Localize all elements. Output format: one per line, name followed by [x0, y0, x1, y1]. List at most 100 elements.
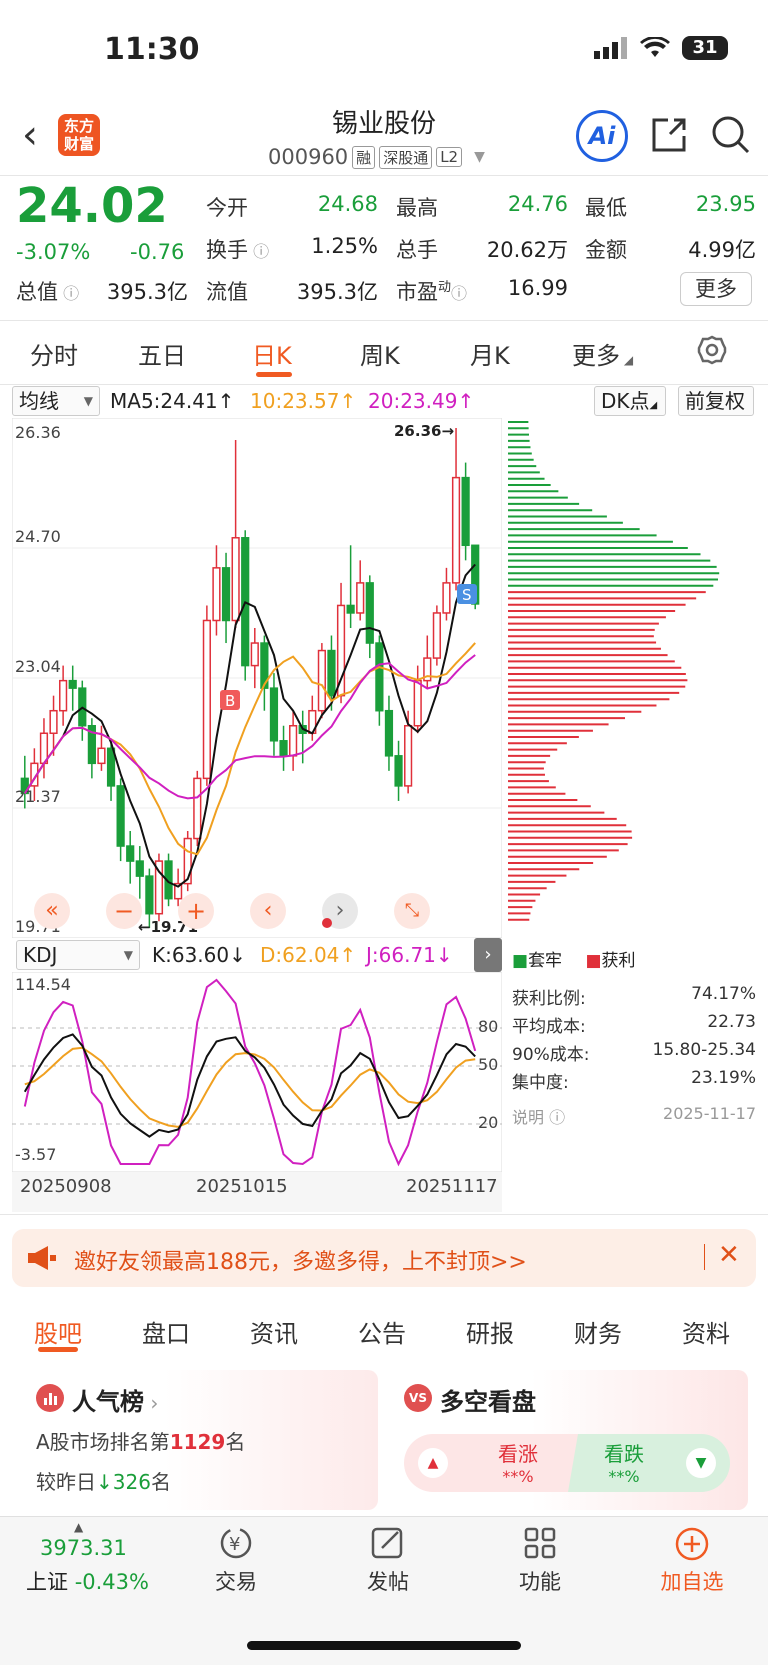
- date-start: 20250908: [20, 1176, 112, 1197]
- adjust-button[interactable]: 前复权: [678, 386, 754, 416]
- tab-daily-k[interactable]: 日K: [252, 336, 292, 371]
- tab-monthly-k[interactable]: 月K: [470, 336, 510, 371]
- kdj-j-label: J:66.71↓: [366, 943, 453, 967]
- scroll-start-icon[interactable]: «: [34, 893, 70, 929]
- candle-body: [346, 604, 355, 614]
- functions-icon[interactable]: [490, 1526, 590, 1568]
- candle-body: [193, 777, 202, 840]
- kdj-ymin: -3.57: [15, 1145, 56, 1164]
- candle-body: [269, 687, 279, 742]
- nav-trade[interactable]: 交易: [186, 1566, 286, 1596]
- chip-note-link[interactable]: 说明 ⓘ: [512, 1104, 565, 1128]
- turnover-label: 换手 ⓘ: [206, 238, 270, 262]
- pe-label: 市盈动ⓘ: [396, 280, 468, 304]
- signal-icon: [594, 37, 627, 59]
- cost90-value: 15.80-25.34: [652, 1040, 756, 1060]
- nav-functions[interactable]: 功能: [490, 1566, 590, 1596]
- ma-select[interactable]: 均线 ▼: [12, 386, 100, 416]
- stock-code-row[interactable]: 000960 融 深股通 L2 ▼: [268, 145, 485, 169]
- candle-body: [289, 724, 298, 757]
- chip-legend: ■套牢 ■获利: [512, 951, 636, 971]
- candle-body: [404, 724, 413, 787]
- volume-value: 20.62万: [486, 238, 568, 262]
- margin-tag: 融: [352, 145, 376, 169]
- svg-text:¥: ¥: [229, 1534, 240, 1555]
- buy-signal: B: [225, 692, 235, 710]
- candle-body: [135, 860, 144, 877]
- trade-icon[interactable]: ¥: [186, 1526, 286, 1568]
- dk-point-button[interactable]: DK点◢: [594, 386, 666, 416]
- zoom-in-icon[interactable]: +: [178, 893, 214, 929]
- level2-tag: L2: [436, 147, 463, 167]
- candle-body: [202, 619, 211, 780]
- add-watchlist-icon[interactable]: [642, 1526, 742, 1570]
- vote-down-button[interactable]: 看跌 **%: [584, 1438, 664, 1486]
- float-label: 流值: [206, 280, 248, 304]
- candle-body: [221, 567, 231, 622]
- share-icon[interactable]: [648, 114, 690, 160]
- nav-post[interactable]: 发帖: [338, 1566, 438, 1596]
- kdj-d-label: D:62.04↑: [260, 943, 357, 967]
- candle-body: [451, 476, 461, 584]
- candle-body: [365, 582, 374, 644]
- search-icon[interactable]: [710, 114, 752, 160]
- candle-body: [375, 642, 384, 712]
- tab-intraday[interactable]: 分时: [30, 336, 78, 371]
- expand-icon[interactable]: ⤡: [394, 893, 430, 929]
- candle-body: [432, 612, 441, 659]
- rank-change: 较昨日↓326名: [36, 1470, 171, 1494]
- index-value[interactable]: 3973.31: [40, 1536, 127, 1560]
- candle-body: [317, 649, 326, 712]
- nav-add-watchlist[interactable]: 加自选: [642, 1566, 742, 1596]
- kdj-k-label: K:63.60↓: [152, 943, 246, 967]
- vote-up-icon[interactable]: ▲: [418, 1448, 448, 1478]
- post-icon[interactable]: [338, 1526, 438, 1568]
- candle-body: [106, 747, 116, 787]
- turnover-value: 1.25%: [311, 234, 378, 258]
- tab-forum[interactable]: 股吧: [34, 1314, 82, 1349]
- tab-orderbook[interactable]: 盘口: [142, 1314, 190, 1349]
- date-end: 20251117: [406, 1176, 498, 1197]
- ai-button[interactable]: Ai: [576, 110, 628, 162]
- ma5-label: MA5:24.41↑: [110, 389, 235, 413]
- kdj-chart[interactable]: 114.54 -3.57 80 50 20: [12, 972, 502, 1172]
- more-button[interactable]: 更多: [680, 272, 752, 306]
- tab-more[interactable]: 更多 ◢: [572, 336, 633, 371]
- concentration-value: 23.19%: [691, 1068, 756, 1088]
- low-value: 23.95: [695, 192, 756, 216]
- tab-research[interactable]: 研报: [466, 1314, 514, 1349]
- vote-down-icon[interactable]: ▼: [686, 1448, 716, 1478]
- close-icon[interactable]: ✕: [718, 1240, 740, 1270]
- tab-announcements[interactable]: 公告: [358, 1314, 406, 1349]
- chip-date: 2025-11-17: [663, 1104, 756, 1123]
- settings-icon[interactable]: [696, 334, 728, 370]
- tab-news[interactable]: 资讯: [250, 1314, 298, 1349]
- prev-icon[interactable]: ‹: [250, 893, 286, 929]
- amount-label: 金额: [585, 238, 627, 262]
- candle-body: [145, 875, 154, 915]
- stock-code: 000960: [268, 145, 349, 169]
- battery-icon: 31: [682, 36, 728, 60]
- tab-profile[interactable]: 资料: [682, 1314, 730, 1349]
- open-label: 今开: [206, 196, 248, 220]
- bottom-tab-indicator: [38, 1347, 78, 1352]
- tab-weekly-k[interactable]: 周K: [360, 336, 400, 371]
- collapse-panel-icon[interactable]: ›: [474, 938, 502, 972]
- vote-up-button[interactable]: 看涨 **%: [478, 1438, 558, 1486]
- info-icon[interactable]: ⓘ: [58, 284, 79, 303]
- profit-ratio-value: 74.17%: [691, 984, 756, 1004]
- kline-chart[interactable]: 26.36 24.70 23.04 21.37 19.71 26.36→ ←19…: [12, 418, 502, 938]
- chip-distribution-chart: [508, 421, 720, 921]
- index-row[interactable]: 上证 -0.43%: [26, 1566, 149, 1596]
- tab-indicator: [256, 372, 292, 377]
- concentration-label: 集中度:: [512, 1073, 569, 1093]
- tab-five-day[interactable]: 五日: [138, 336, 186, 371]
- zoom-out-icon[interactable]: −: [106, 893, 142, 929]
- candle-body: [394, 755, 403, 787]
- info-icon[interactable]: ⓘ: [451, 284, 467, 303]
- indicator-select[interactable]: KDJ ▼: [16, 940, 140, 970]
- tab-financials[interactable]: 财务: [574, 1314, 622, 1349]
- open-value: 24.68: [317, 192, 378, 216]
- connect-tag: 深股通: [379, 145, 433, 169]
- info-icon[interactable]: ⓘ: [248, 242, 269, 261]
